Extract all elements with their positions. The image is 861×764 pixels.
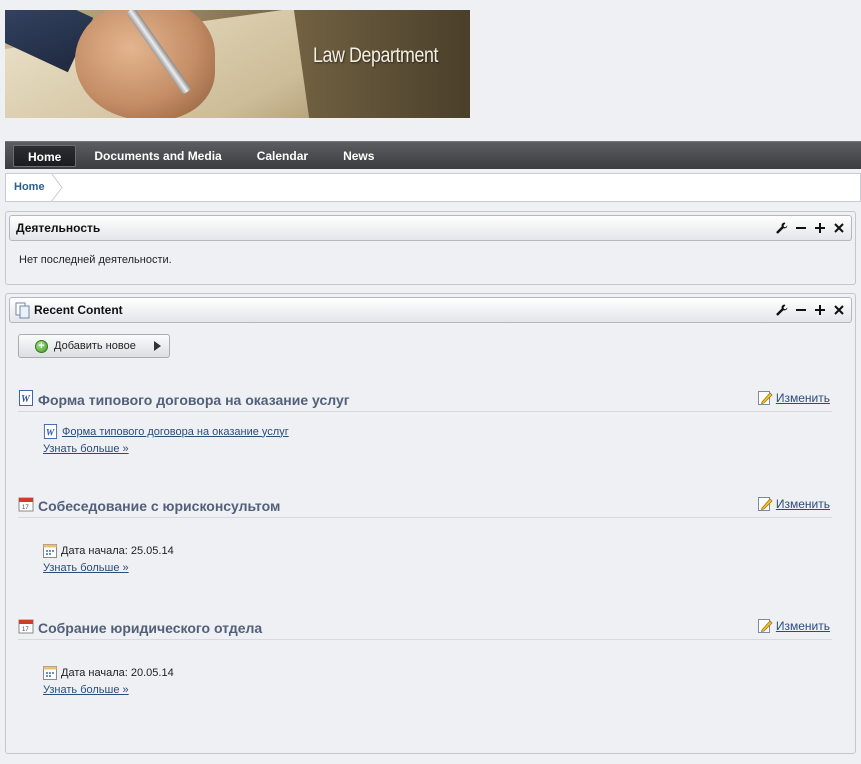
add-new-button[interactable]: + Добавить новое — [18, 334, 170, 358]
event-start-date-label: Дата начала: 20.05.14 — [61, 667, 174, 679]
svg-text:17: 17 — [22, 505, 29, 511]
configure-icon[interactable] — [775, 303, 788, 317]
content-entry: W Форма типового договора на оказание ус… — [18, 390, 832, 455]
calendar-icon: 17 — [18, 497, 34, 512]
calendar-icon: 17 — [18, 619, 34, 634]
event-start-date: Дата начала: 25.05.14 — [43, 544, 174, 558]
recent-content-portlet-title: Recent Content — [34, 303, 123, 317]
recent-content-portlet-header: Recent Content — [9, 297, 852, 323]
recent-content-portlet-controls — [775, 303, 845, 317]
read-more-link[interactable]: Узнать больше » — [43, 443, 289, 455]
read-more-link[interactable]: Узнать больше » — [43, 562, 174, 574]
breadcrumb: Home — [5, 173, 861, 202]
entry-body: Дата начала: 20.05.14 Узнать больше » — [43, 666, 174, 696]
edit-link[interactable]: Изменить — [757, 496, 830, 511]
breadcrumb-separator-icon — [50, 173, 63, 202]
minimize-icon[interactable] — [794, 303, 807, 317]
close-icon[interactable] — [832, 303, 845, 317]
maximize-icon[interactable] — [813, 303, 826, 317]
nav-item-news[interactable]: News — [326, 145, 391, 167]
close-icon[interactable] — [832, 221, 845, 235]
entry-header: 17 Собрание юридического отдела Изменить — [18, 618, 832, 640]
add-new-label: Добавить новое — [54, 340, 136, 352]
add-icon: + — [35, 339, 48, 353]
configure-icon[interactable] — [775, 221, 788, 235]
activity-portlet-header: Деятельность — [9, 215, 852, 241]
entry-title[interactable]: Собрание юридического отдела — [38, 620, 262, 636]
edit-label: Изменить — [775, 496, 830, 511]
entry-header: W Форма типового договора на оказание ус… — [18, 390, 832, 412]
recent-content-portlet: Recent Content + Добавить новое W Форма … — [5, 293, 856, 754]
date-icon — [43, 666, 57, 680]
svg-text:W: W — [21, 394, 31, 405]
event-start-date-label: Дата начала: 25.05.14 — [61, 545, 174, 557]
document-file-link[interactable]: W Форма типового договора на оказание ус… — [43, 424, 289, 439]
maximize-icon[interactable] — [813, 221, 826, 235]
document-file-label: Форма типового договора на оказание услу… — [62, 425, 289, 438]
svg-text:W: W — [46, 428, 55, 438]
site-banner: Law Department — [5, 10, 470, 118]
edit-label: Изменить — [775, 390, 830, 405]
edit-label: Изменить — [775, 618, 830, 633]
entry-title[interactable]: Собеседование с юрисконсультом — [38, 498, 280, 514]
edit-link[interactable]: Изменить — [757, 390, 830, 405]
date-icon — [43, 544, 57, 558]
event-start-date: Дата начала: 20.05.14 — [43, 666, 174, 680]
arrow-right-icon — [154, 341, 161, 351]
activity-portlet-controls — [775, 221, 845, 235]
banner-title: Law Department — [313, 44, 439, 67]
entry-body: W Форма типового договора на оказание ус… — [43, 424, 289, 455]
edit-link[interactable]: Изменить — [757, 618, 830, 633]
entry-body: Дата начала: 25.05.14 Узнать больше » — [43, 544, 174, 574]
activity-empty-message: Нет последней деятельности. — [19, 254, 172, 266]
edit-icon — [757, 391, 773, 405]
edit-icon — [757, 497, 773, 511]
nav-item-documents-and-media[interactable]: Documents and Media — [77, 145, 238, 167]
documents-icon — [15, 302, 30, 319]
nav-item-calendar[interactable]: Calendar — [240, 145, 325, 167]
nav-item-home[interactable]: Home — [13, 144, 77, 167]
edit-icon — [757, 619, 773, 633]
word-document-icon: W — [19, 390, 33, 406]
entry-header: 17 Собеседование с юрисконсультом Измени… — [18, 496, 832, 518]
minimize-icon[interactable] — [794, 221, 807, 235]
svg-text:17: 17 — [22, 627, 29, 633]
activity-portlet-title: Деятельность — [16, 221, 101, 235]
read-more-link[interactable]: Узнать больше » — [43, 684, 174, 696]
breadcrumb-home[interactable]: Home — [14, 174, 45, 201]
content-entry: 17 Собрание юридического отдела Изменить — [18, 618, 832, 696]
activity-portlet: Деятельность Нет последней деятельности. — [5, 211, 856, 285]
word-document-icon: W — [43, 424, 58, 439]
main-nav: Home Documents and Media Calendar News — [5, 141, 861, 169]
content-entry: 17 Собеседование с юрисконсультом Измени… — [18, 496, 832, 574]
entry-title[interactable]: Форма типового договора на оказание услу… — [38, 392, 350, 408]
